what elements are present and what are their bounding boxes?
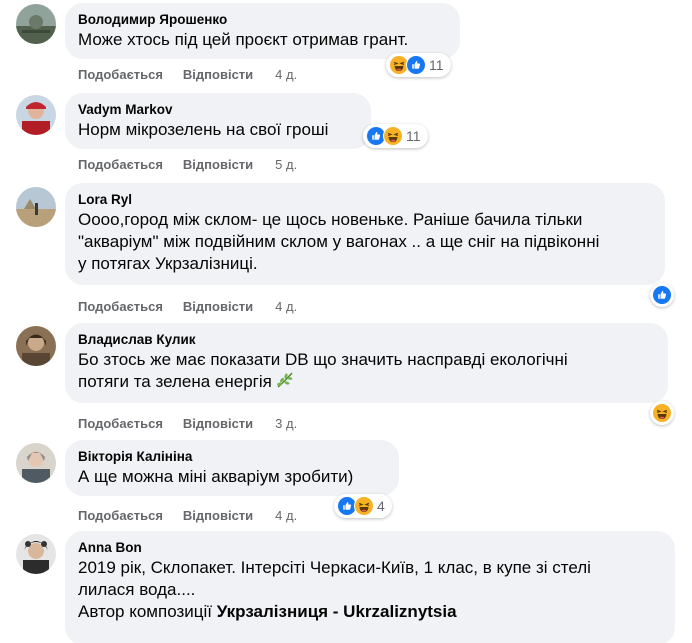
reaction-count: 11 (429, 57, 444, 73)
haha-reaction-icon (354, 496, 374, 516)
comment-timestamp[interactable]: 4 д. (275, 67, 297, 82)
reaction-count: 4 (377, 498, 385, 514)
comment-text-line: 2019 рік, Склопакет. Інтерсіті Черкаси-К… (78, 558, 591, 577)
avatar[interactable] (16, 534, 56, 574)
composer-prefix: Автор композиції (78, 602, 212, 621)
comment-text: Норм мікрозелень на свої гроші (78, 120, 329, 139)
reply-button[interactable]: Відповісти (183, 157, 253, 173)
reactions-summary[interactable]: 11 (363, 124, 428, 148)
avatar[interactable] (16, 443, 56, 483)
comment-timestamp[interactable]: 4 д. (275, 299, 297, 314)
herb-emoji-icon (275, 371, 295, 395)
composer-line: Автор композиції Укрзалізниця - Ukrzaliz… (78, 601, 663, 623)
comment-text: А ще можна міні акваріум зробити) (78, 467, 354, 486)
comment-bubble: Lora Ryl Оооо,город між склом- це щось н… (65, 183, 665, 285)
comment-bubble: Anna Bon 2019 рік, Склопакет. Інтерсіті … (65, 531, 675, 643)
comment-author[interactable]: Вікторія Калініна (78, 448, 387, 465)
like-reaction-icon (652, 285, 672, 305)
like-button[interactable]: Подобається (78, 157, 163, 173)
like-button[interactable]: Подобається (78, 416, 163, 432)
reactions-summary[interactable] (650, 283, 674, 307)
comment-timestamp[interactable]: 3 д. (275, 416, 297, 431)
haha-reaction-icon (652, 403, 672, 423)
comment-bubble: Володимир Ярошенко Може хтось під цей пр… (65, 3, 460, 59)
comment-bubble: Вікторія Калініна А ще можна міні акварі… (65, 440, 399, 496)
comment-actions: Подобається Відповісти 3 д. (78, 416, 297, 432)
avatar[interactable] (16, 4, 56, 44)
avatar[interactable] (16, 95, 56, 135)
reply-button[interactable]: Відповісти (183, 299, 253, 315)
like-reaction-icon (406, 55, 426, 75)
comment-text: Може хтось під цей проєкт отримав грант. (78, 30, 409, 49)
reactions-summary[interactable] (650, 401, 674, 425)
comment-text-line: "акваріум" між подвійним склом у вагонах… (78, 232, 600, 251)
like-button[interactable]: Подобається (78, 67, 163, 83)
comment-actions: Подобається Відповісти 4 д. (78, 508, 297, 524)
comment-bubble: Владислав Кулик Бо зтось же має показати… (65, 323, 668, 403)
comment-bubble: Vadym Markov Норм мікрозелень на свої гр… (65, 93, 371, 149)
haha-reaction-icon (383, 126, 403, 146)
comment-timestamp[interactable]: 5 д. (275, 157, 297, 172)
composer-name-link[interactable]: Укрзалізниця - Ukrzaliznytsia (217, 602, 457, 621)
comment-text-line: Оооо,город між склом- це щось новеньке. … (78, 210, 583, 229)
reactions-summary[interactable]: 4 (334, 494, 392, 518)
reply-button[interactable]: Відповісти (183, 67, 253, 83)
avatar[interactable] (16, 326, 56, 366)
like-button[interactable]: Подобається (78, 299, 163, 315)
comment-actions: Подобається Відповісти 4 д. (78, 67, 297, 83)
comment-timestamp[interactable]: 4 д. (275, 508, 297, 523)
comment-actions: Подобається Відповісти 5 д. (78, 157, 297, 173)
like-button[interactable]: Подобається (78, 508, 163, 524)
comment-text-line: Бо зтось же має показати DB що значить н… (78, 350, 568, 369)
comment-actions: Подобається Відповісти 4 д. (78, 299, 297, 315)
comment-text-line: потяги та зелена енергія (78, 372, 272, 391)
reply-button[interactable]: Відповісти (183, 508, 253, 524)
comment-author[interactable]: Vadym Markov (78, 101, 359, 118)
reply-button[interactable]: Відповісти (183, 416, 253, 432)
comment-author[interactable]: Володимир Ярошенко (78, 11, 448, 28)
reactions-summary[interactable]: 11 (386, 53, 451, 77)
comment-text-line: у потягах Укрзалізниці. (78, 254, 258, 273)
comment-text-line-wrap: потяги та зелена енергія (78, 371, 656, 395)
comment-text-line: лилася вода.... (78, 580, 196, 599)
comment-author[interactable]: Владислав Кулик (78, 331, 656, 348)
reaction-count: 11 (406, 128, 421, 144)
comment-author[interactable]: Lora Ryl (78, 191, 653, 208)
avatar[interactable] (16, 187, 56, 227)
comment-author[interactable]: Anna Bon (78, 539, 663, 556)
